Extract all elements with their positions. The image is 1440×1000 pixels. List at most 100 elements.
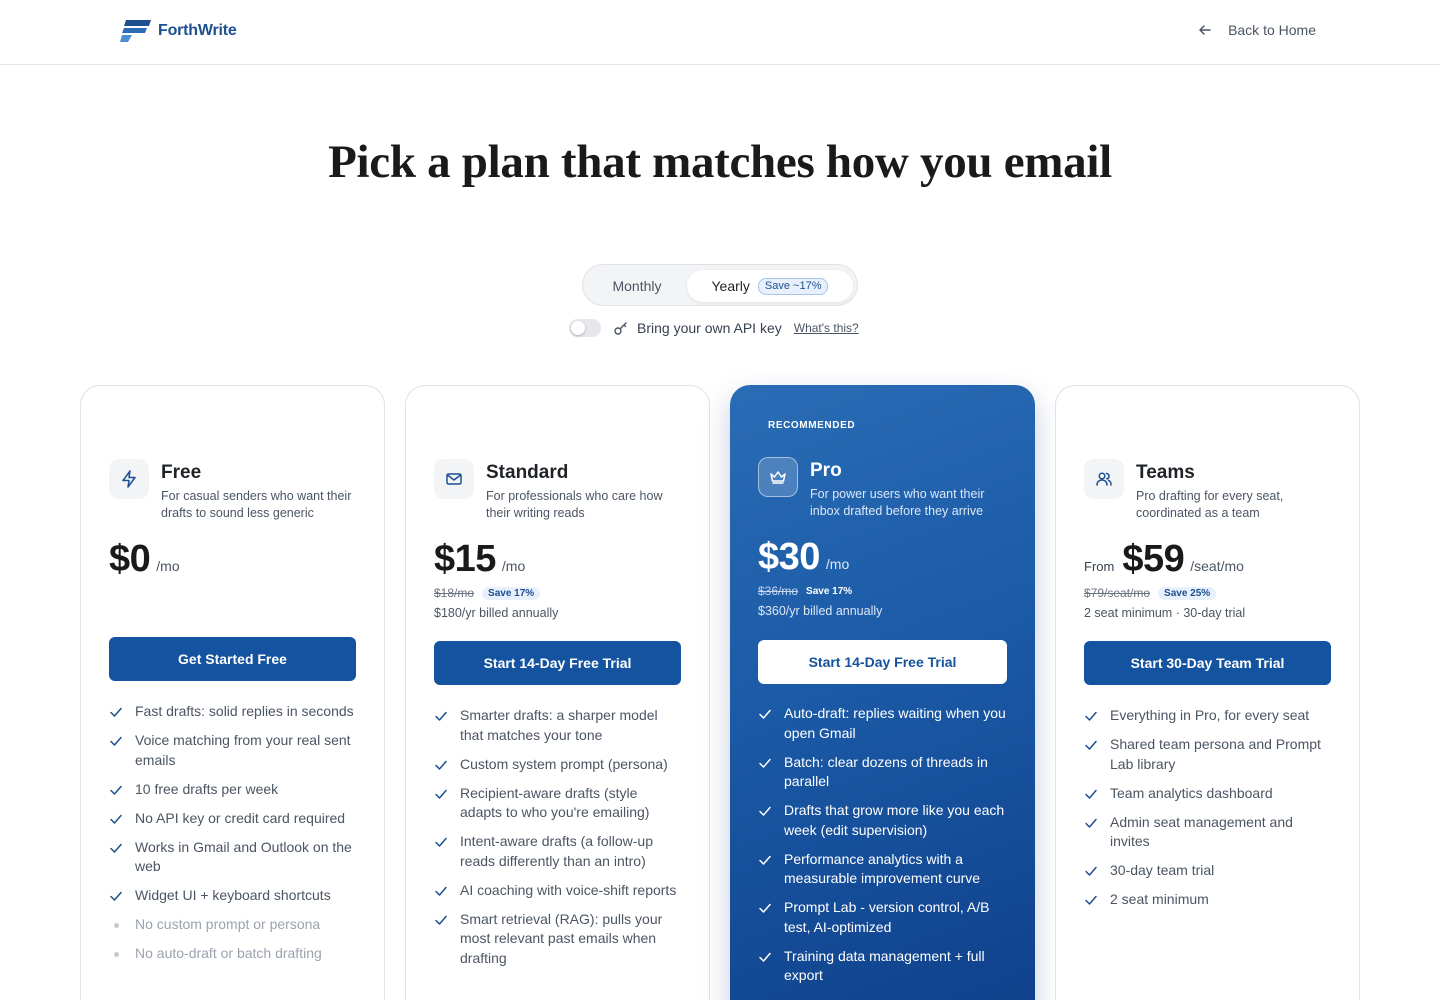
check-icon [110, 707, 122, 717]
price-row: $0 /mo [109, 538, 180, 581]
billing-yearly-label: Yearly [711, 278, 750, 294]
feature-text: Works in Gmail and Outlook on the web [135, 838, 352, 875]
check-icon [435, 760, 447, 770]
feature-item: Smarter drafts: a sharper model that mat… [434, 706, 683, 745]
feature-list: Smarter drafts: a sharper model that mat… [434, 706, 683, 978]
check-icon [1085, 789, 1097, 799]
feature-text: Batch: clear dozens of threads in parall… [784, 753, 988, 790]
feature-item: Intent-aware drafts (a follow-up reads d… [434, 832, 683, 871]
check-icon [1085, 711, 1097, 721]
billing-yearly-option[interactable]: Yearly Save ~17% [687, 270, 853, 302]
api-key-label: Bring your own API key [637, 320, 782, 336]
feature-item: Batch: clear dozens of threads in parall… [758, 753, 1007, 792]
logo-text: ForthWrite [158, 22, 237, 39]
site-header: ForthWrite Back to Home [0, 0, 1440, 65]
feature-text: Custom system prompt (persona) [460, 755, 668, 772]
start-team-trial-button[interactable]: Start 30-Day Team Trial [1084, 641, 1331, 685]
check-icon [110, 843, 122, 853]
feature-text: Drafts that grow more like you each week… [784, 802, 1005, 838]
feature-list: Everything in Pro, for every seat Shared… [1084, 706, 1333, 919]
feature-item: Drafts that grow more like you each week… [758, 801, 1007, 840]
plan-name: Free [161, 462, 202, 483]
billing-note: 2 seat minimum · 30-day trial [1084, 606, 1246, 620]
plan-name: Pro [810, 460, 842, 481]
excluded-feature-item: No custom prompt or persona [109, 915, 358, 935]
original-price: $18/mo [434, 586, 475, 600]
feature-text: Recipient-aware drafts (style adapts to … [460, 784, 650, 821]
billing-period-toggle: Monthly Yearly Save ~17% [582, 264, 858, 306]
start-trial-button[interactable]: Start 14-Day Free Trial [434, 641, 681, 685]
back-to-home-label: Back to Home [1228, 22, 1316, 38]
feature-text: Fast drafts: solid replies in seconds [135, 703, 354, 719]
feature-list: Fast drafts: solid replies in seconds Vo… [109, 702, 358, 973]
check-icon [759, 758, 771, 768]
check-icon [1085, 818, 1097, 828]
feature-text: AI coaching with voice-shift reports [460, 881, 677, 898]
check-icon [435, 886, 447, 896]
api-key-switch[interactable] [569, 319, 601, 337]
feature-item: Recipient-aware drafts (style adapts to … [434, 784, 683, 823]
feature-text: Everything in Pro, for every seat [1110, 707, 1310, 723]
original-price: $79/seat/mo [1084, 586, 1151, 600]
billing-note: $360/yr billed annually [758, 604, 883, 618]
excluded-feature-item: No auto-draft or batch drafting [109, 944, 358, 964]
price-prefix: From [1084, 559, 1115, 574]
feature-item: Performance analytics with a measurable … [758, 850, 1007, 889]
check-icon [759, 806, 771, 816]
check-icon [1085, 866, 1097, 876]
feature-item: 10 free drafts per week [109, 780, 358, 800]
back-to-home-link[interactable]: Back to Home [1198, 22, 1316, 38]
feature-item: Prompt Lab - version control, A/B test, … [758, 898, 1007, 937]
plan-card-teams: Teams Pro drafting for every seat, coord… [1055, 385, 1360, 1000]
check-icon [110, 736, 122, 746]
feature-item: Training data management + full export [758, 947, 1007, 986]
check-icon [759, 903, 771, 913]
price-period: /mo [501, 558, 526, 574]
feature-text: Team analytics dashboard [1110, 784, 1273, 801]
feature-text: 10 free drafts per week [135, 780, 279, 797]
feature-text: Performance analytics with a measurable … [784, 850, 981, 887]
whats-this-link[interactable]: What's this? [794, 321, 859, 335]
feature-text: No custom prompt or persona [135, 916, 321, 932]
mail-icon [434, 459, 474, 499]
price-period: /seat/mo [1190, 558, 1244, 574]
check-icon [435, 711, 447, 721]
feature-item: Works in Gmail and Outlook on the web [109, 838, 358, 877]
check-icon [759, 855, 771, 865]
feature-item: 30-day team trial [1084, 861, 1333, 881]
billing-monthly-option[interactable]: Monthly [589, 270, 685, 302]
price-amount: $59 [1122, 538, 1185, 580]
check-icon [435, 789, 447, 799]
plan-description: For professionals who care how their wri… [486, 489, 663, 520]
save-badge: Save 25% [1158, 586, 1217, 600]
start-trial-button[interactable]: Start 14-Day Free Trial [758, 640, 1007, 684]
plan-description: For casual senders who want their drafts… [161, 489, 352, 520]
feature-text: Auto-draft: replies waiting when you ope… [784, 705, 1006, 741]
feature-text: Prompt Lab - version control, A/B test, … [784, 899, 990, 935]
logo[interactable]: ForthWrite [120, 18, 237, 44]
feature-text: 30-day team trial [1110, 862, 1215, 878]
save-badge: Save 17% [806, 585, 853, 597]
feature-item: Shared team persona and Prompt Lab libra… [1084, 735, 1333, 774]
price-period: /mo [156, 558, 180, 574]
arrow-left-icon [1199, 25, 1211, 35]
feature-item: Admin seat management and invites [1084, 813, 1333, 852]
feature-item: No API key or credit card required [109, 809, 358, 829]
plan-card-pro: RECOMMENDED Pro For power users who want… [730, 385, 1035, 1000]
check-icon [759, 952, 771, 962]
check-icon [1085, 895, 1097, 905]
feature-list: Auto-draft: replies waiting when you ope… [758, 704, 1007, 995]
original-price: $36/mo [758, 584, 799, 598]
recommended-badge: RECOMMENDED [768, 420, 856, 431]
original-price-row: $18/mo Save 17% [434, 586, 541, 600]
plan-description: For power users who want their inbox dra… [810, 487, 985, 518]
plan-card-free: Free For casual senders who want their d… [80, 385, 385, 1000]
dot-icon [109, 947, 123, 961]
crown-icon [758, 457, 798, 497]
get-started-free-button[interactable]: Get Started Free [109, 637, 356, 681]
feature-item: Fast drafts: solid replies in seconds [109, 702, 358, 722]
feature-text: Smarter drafts: a sharper model that mat… [460, 707, 658, 743]
feature-text: Voice matching from your real sent email… [135, 732, 351, 768]
feature-text: Intent-aware drafts (a follow-up reads d… [460, 833, 653, 869]
feature-text: 2 seat minimum [1110, 891, 1209, 907]
